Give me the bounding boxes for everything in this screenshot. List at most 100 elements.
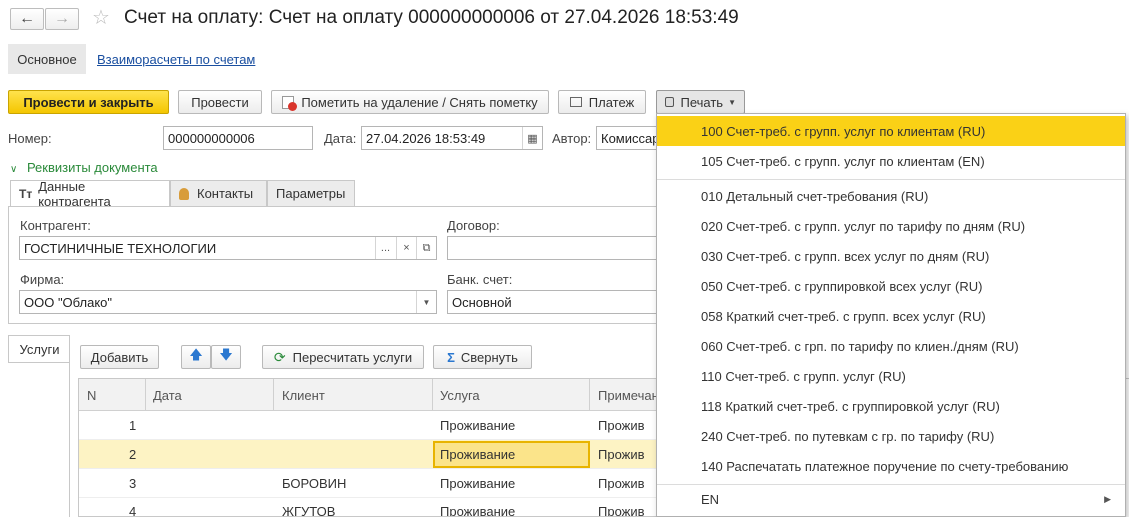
table-row-selected[interactable]: 2 Проживание Прожив: [79, 440, 658, 469]
document-icon: [569, 97, 582, 107]
row-service: Проживание: [440, 476, 516, 491]
tab-parameters[interactable]: Параметры: [267, 180, 355, 207]
clear-button[interactable]: ×: [396, 237, 416, 259]
services-table: N Дата Клиент Услуга Примечан 1 Проживан…: [78, 378, 658, 517]
dropdown-arrow-icon: ▼: [728, 97, 736, 107]
tab-contractor-data[interactable]: Tт Данные контрагента: [10, 178, 170, 209]
row-service: Проживание: [440, 447, 516, 462]
contract-label: Договор:: [447, 218, 500, 233]
add-button[interactable]: Добавить: [80, 345, 159, 369]
row-service: Проживание: [440, 504, 516, 517]
column-header-service[interactable]: Услуга: [440, 388, 480, 403]
collapse-button[interactable]: Σ Свернуть: [433, 345, 532, 369]
mark-delete-button[interactable]: Пометить на удаление / Снять пометку: [271, 90, 549, 114]
print-button[interactable]: Печать ▼: [656, 90, 745, 114]
row-note: Прожив: [598, 504, 645, 517]
column-header-n[interactable]: N: [87, 388, 96, 403]
payment-button[interactable]: Платеж: [558, 90, 646, 114]
print-menu-item[interactable]: 118 Краткий счет-треб. с группировкой ус…: [657, 391, 1125, 421]
print-menu-item[interactable]: 030 Счет-треб. с групп. всех услуг по дн…: [657, 241, 1125, 271]
post-and-close-button[interactable]: Провести и закрыть: [8, 90, 169, 114]
recalculate-label: Пересчитать услуги: [292, 349, 413, 365]
date-value: 27.04.2026 18:53:49: [366, 130, 486, 146]
chevron-down-icon: ∨: [10, 164, 18, 175]
move-up-button[interactable]: 🡅: [181, 345, 211, 369]
open-icon[interactable]: ⧉: [416, 237, 436, 259]
author-label: Автор:: [552, 131, 592, 146]
contract-field[interactable]: [447, 236, 658, 260]
firm-value: ООО "Облако": [24, 294, 113, 310]
row-number: 3: [129, 476, 137, 491]
delete-mark-icon: [282, 95, 298, 111]
contractor-field[interactable]: ГОСТИНИЧНЫЕ ТЕХНОЛОГИИ ... × ⧉: [19, 236, 437, 260]
print-menu-item[interactable]: 060 Счет-треб. с грп. по тарифу по клиен…: [657, 331, 1125, 361]
choose-button[interactable]: ...: [375, 237, 395, 259]
tab-contractor-data-label: Данные контрагента: [38, 178, 111, 209]
chevron-right-icon: ▶: [1104, 493, 1111, 504]
date-field[interactable]: 27.04.2026 18:53:49 ▦: [361, 126, 543, 150]
arrow-up-icon: 🡅: [189, 347, 203, 362]
print-menu-item[interactable]: 050 Счет-треб. с группировкой всех услуг…: [657, 271, 1125, 301]
print-menu-item[interactable]: 010 Детальный счет-требования (RU): [657, 181, 1125, 211]
print-menu: 100 Счет-треб. с групп. услуг по клиента…: [656, 113, 1126, 517]
row-client: ЖГУТОВ: [282, 504, 336, 517]
contractor-label: Контрагент:: [20, 218, 91, 233]
row-note: Прожив: [598, 447, 645, 462]
row-number: 2: [129, 447, 137, 462]
collapse-label: Свернуть: [460, 349, 518, 365]
printer-icon: [665, 97, 675, 107]
row-number: 1: [129, 418, 137, 433]
tab-services[interactable]: Услуги: [8, 335, 70, 363]
row-note: Прожив: [598, 418, 645, 433]
contractor-value: ГОСТИНИЧНЫЕ ТЕХНОЛОГИИ: [24, 240, 217, 256]
print-menu-item[interactable]: 058 Краткий счет-треб. с групп. всех усл…: [657, 301, 1125, 331]
payment-label: Платеж: [588, 94, 635, 110]
nav-main[interactable]: Основное: [8, 44, 86, 74]
column-header-note[interactable]: Примечан: [598, 388, 658, 403]
favorite-star-icon[interactable]: ☆: [92, 5, 110, 30]
column-header-client[interactable]: Клиент: [282, 388, 325, 403]
sum-icon: Σ: [447, 349, 455, 365]
recalculate-button[interactable]: ⟳ Пересчитать услуги: [262, 345, 424, 369]
person-icon: [179, 187, 189, 200]
row-note: Прожив: [598, 476, 645, 491]
bank-account-field[interactable]: Основной: [447, 290, 658, 314]
forward-button[interactable]: →: [45, 8, 79, 30]
arrow-right-icon: →: [54, 10, 70, 27]
mark-delete-label: Пометить на удаление / Снять пометку: [301, 94, 538, 110]
table-row[interactable]: 1 Проживание Прожив: [79, 411, 658, 440]
number-field[interactable]: 000000000006: [163, 126, 313, 150]
print-menu-item[interactable]: 100 Счет-треб. с групп. услуг по клиента…: [657, 116, 1125, 146]
bank-account-label: Банк. счет:: [447, 272, 513, 287]
arrow-down-icon: 🡇: [219, 347, 233, 362]
page-title: Счет на оплату: Счет на оплату 000000000…: [124, 7, 739, 28]
print-menu-item[interactable]: 110 Счет-треб. с групп. услуг (RU): [657, 361, 1125, 391]
number-label: Номер:: [8, 131, 52, 146]
dropdown-icon[interactable]: ▼: [416, 291, 436, 313]
refresh-icon: ⟳: [273, 348, 286, 365]
table-row[interactable]: 4 ЖГУТОВ Проживание Прожив: [79, 498, 658, 517]
firm-field[interactable]: ООО "Облако" ▼: [19, 290, 437, 314]
row-client: БОРОВИН: [282, 476, 347, 491]
calendar-icon[interactable]: ▦: [522, 127, 542, 149]
nav-settlements-link[interactable]: Взаиморасчеты по счетам: [97, 52, 255, 67]
menu-separator: [657, 179, 1125, 180]
print-submenu-en[interactable]: EN ▶: [657, 484, 1125, 514]
requisites-toggle[interactable]: ∨ Реквизиты документа: [10, 160, 158, 175]
column-header-date[interactable]: Дата: [153, 388, 182, 403]
arrow-left-icon: ←: [19, 10, 35, 27]
print-menu-item[interactable]: 240 Счет-треб. по путевкам с гр. по тари…: [657, 421, 1125, 451]
text-format-icon: Tт: [19, 186, 33, 201]
table-row[interactable]: 3 БОРОВИН Проживание Прожив: [79, 469, 658, 498]
print-menu-item[interactable]: 020 Счет-треб. с групп. услуг по тарифу …: [657, 211, 1125, 241]
tab-contacts[interactable]: Контакты: [170, 180, 267, 207]
print-menu-item[interactable]: 140 Распечатать платежное поручение по с…: [657, 451, 1125, 481]
post-button[interactable]: Провести: [178, 90, 262, 114]
print-label: Печать: [680, 94, 724, 110]
move-down-button[interactable]: 🡇: [211, 345, 241, 369]
print-menu-item[interactable]: 105 Счет-треб. с групп. услуг по клиента…: [657, 146, 1125, 176]
row-service: Проживание: [440, 418, 516, 433]
requisites-toggle-label: Реквизиты документа: [26, 160, 158, 175]
back-button[interactable]: ←: [10, 8, 44, 30]
submenu-label: EN: [701, 491, 720, 507]
